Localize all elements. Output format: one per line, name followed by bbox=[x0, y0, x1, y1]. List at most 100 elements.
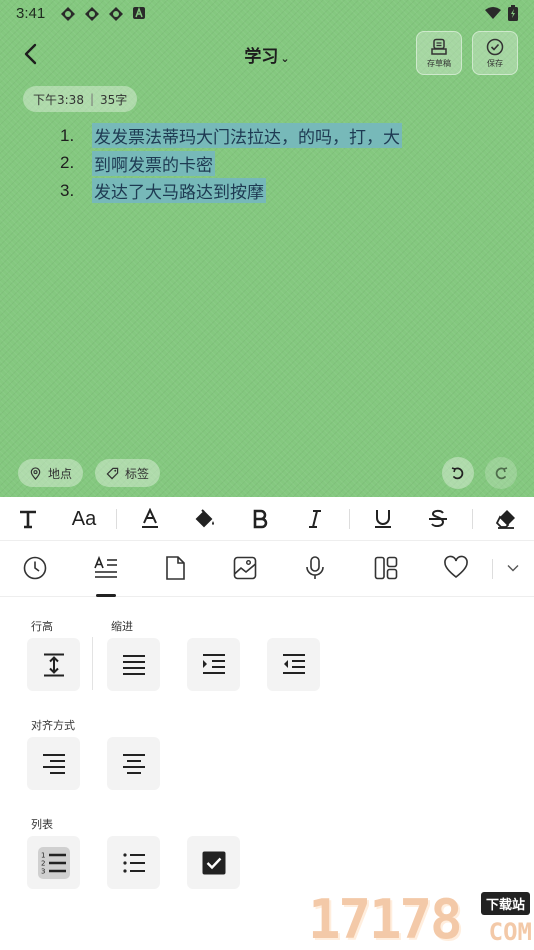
italic-icon bbox=[309, 510, 321, 528]
save-label: 保存 bbox=[487, 58, 503, 68]
svg-text:1: 1 bbox=[41, 851, 45, 859]
bold-icon bbox=[253, 509, 268, 529]
italic-button[interactable] bbox=[299, 503, 331, 535]
tab-reminder[interactable] bbox=[20, 553, 50, 583]
checklist-button[interactable] bbox=[187, 836, 240, 889]
note-editor[interactable]: 3:41 学习 ⌄ 存草稿 保存 下午3:38 | 35字 1. 发发票法蒂玛大… bbox=[0, 0, 534, 497]
wifi-icon bbox=[484, 6, 502, 24]
watermark-domain: COM bbox=[488, 918, 532, 946]
location-chip[interactable]: 地点 bbox=[18, 459, 84, 487]
alignment-label: 对齐方式 bbox=[31, 719, 75, 732]
eraser-icon bbox=[495, 510, 515, 529]
align-center-icon bbox=[122, 753, 145, 774]
underline-button[interactable] bbox=[367, 503, 399, 535]
chevron-down-icon: ⌄ bbox=[280, 52, 290, 65]
page-title: 学习 bbox=[244, 47, 279, 67]
list-item-text[interactable]: 发达了大马路达到按摩 bbox=[92, 178, 266, 204]
layout-icon bbox=[374, 556, 398, 580]
tab-layout[interactable] bbox=[371, 553, 401, 583]
redo-button[interactable] bbox=[485, 457, 517, 489]
chevron-down-icon bbox=[507, 565, 519, 572]
align-right-icon bbox=[42, 753, 65, 774]
save-draft-button[interactable]: 存草稿 bbox=[416, 31, 462, 75]
check-circle-icon bbox=[486, 38, 504, 55]
tab-image[interactable] bbox=[230, 553, 260, 583]
tag-chip[interactable]: 标签 bbox=[95, 459, 161, 487]
line-height-icon bbox=[43, 653, 64, 676]
bullet-list-button[interactable] bbox=[107, 836, 160, 889]
fill-color-icon bbox=[195, 509, 214, 528]
line-height-label: 行高 bbox=[31, 620, 53, 633]
location-label: 地点 bbox=[48, 466, 73, 481]
font-color-icon bbox=[142, 508, 158, 528]
align-center-button[interactable] bbox=[107, 737, 160, 790]
save-button[interactable]: 保存 bbox=[472, 31, 518, 75]
tab-page[interactable] bbox=[160, 553, 190, 583]
justify-button[interactable] bbox=[107, 638, 160, 691]
strikethrough-icon bbox=[429, 509, 447, 528]
collapse-toolbar-button[interactable] bbox=[500, 553, 526, 583]
watermark-number: 17178 bbox=[308, 888, 463, 950]
tab-voice[interactable] bbox=[300, 553, 330, 583]
decrease-indent-button[interactable] bbox=[267, 638, 320, 691]
divider bbox=[92, 637, 93, 690]
list-number: 2. bbox=[60, 153, 75, 173]
list-item-text[interactable]: 发发票法蒂玛大门法拉达，的吗，打，大 bbox=[92, 123, 402, 149]
app-notification-icon bbox=[108, 6, 124, 22]
tag-icon bbox=[106, 467, 119, 479]
tab-mood[interactable] bbox=[441, 553, 471, 583]
list-item[interactable]: 2. 到啊发票的卡密 bbox=[60, 150, 402, 178]
top-bar: 学习 ⌄ 存草稿 保存 bbox=[0, 28, 534, 80]
font-color-button[interactable] bbox=[134, 503, 166, 535]
save-draft-label: 存草稿 bbox=[427, 58, 451, 68]
image-icon bbox=[233, 556, 257, 580]
justify-lines-icon bbox=[122, 654, 145, 675]
undo-button[interactable] bbox=[442, 457, 474, 489]
divider bbox=[472, 509, 473, 529]
clock-icon bbox=[23, 556, 47, 580]
watermark-site: 下载站 bbox=[480, 892, 530, 915]
align-right-button[interactable] bbox=[27, 737, 80, 790]
fill-color-button[interactable] bbox=[189, 503, 221, 535]
font-size-icon: Aa bbox=[71, 507, 97, 530]
tool-tabs bbox=[0, 541, 534, 597]
tab-paragraph[interactable] bbox=[91, 553, 121, 583]
eraser-button[interactable] bbox=[490, 503, 522, 535]
microphone-icon bbox=[306, 556, 324, 579]
battery-icon bbox=[508, 5, 518, 25]
indent-increase-icon bbox=[202, 653, 225, 674]
note-time: 下午3:38 bbox=[33, 92, 84, 107]
indent-decrease-icon bbox=[282, 653, 305, 674]
page-icon bbox=[166, 556, 185, 580]
a-notification-icon bbox=[132, 6, 148, 22]
svg-text:2: 2 bbox=[41, 859, 45, 867]
list-item[interactable]: 1. 发发票法蒂玛大门法拉达，的吗，打，大 bbox=[60, 122, 402, 150]
list-item[interactable]: 3. 发达了大马路达到按摩 bbox=[60, 177, 402, 205]
increase-indent-button[interactable] bbox=[187, 638, 240, 691]
ordered-list[interactable]: 1. 发发票法蒂玛大门法拉达，的吗，打，大 2. 到啊发票的卡密 3. 发达了大… bbox=[60, 122, 402, 205]
list-item-text[interactable]: 到啊发票的卡密 bbox=[92, 150, 215, 176]
font-size-button[interactable]: Aa bbox=[66, 503, 102, 535]
checkbox-icon bbox=[202, 851, 225, 874]
tag-label: 标签 bbox=[125, 466, 150, 481]
bold-button[interactable] bbox=[244, 503, 276, 535]
redo-icon bbox=[495, 467, 508, 480]
status-bar: 3:41 bbox=[0, 0, 534, 28]
indent-label: 缩进 bbox=[111, 620, 133, 633]
format-toolbar: Aa bbox=[0, 497, 534, 541]
bullet-list-icon bbox=[122, 852, 145, 873]
undo-icon bbox=[451, 467, 464, 480]
line-height-button[interactable] bbox=[27, 638, 80, 691]
divider bbox=[116, 509, 117, 529]
underline-icon bbox=[375, 510, 391, 528]
strikethrough-button[interactable] bbox=[422, 503, 454, 535]
divider bbox=[492, 559, 493, 579]
status-time: 3:41 bbox=[16, 5, 46, 22]
paragraph-format-icon bbox=[94, 555, 117, 578]
site-watermark: 17178 下载站 COM bbox=[308, 888, 534, 950]
ordered-list-button[interactable]: 123 bbox=[27, 836, 80, 889]
text-type-icon bbox=[20, 510, 36, 529]
app-notification-icon bbox=[60, 6, 76, 22]
app-notification-icon bbox=[84, 6, 100, 22]
text-type-button[interactable] bbox=[12, 503, 44, 535]
